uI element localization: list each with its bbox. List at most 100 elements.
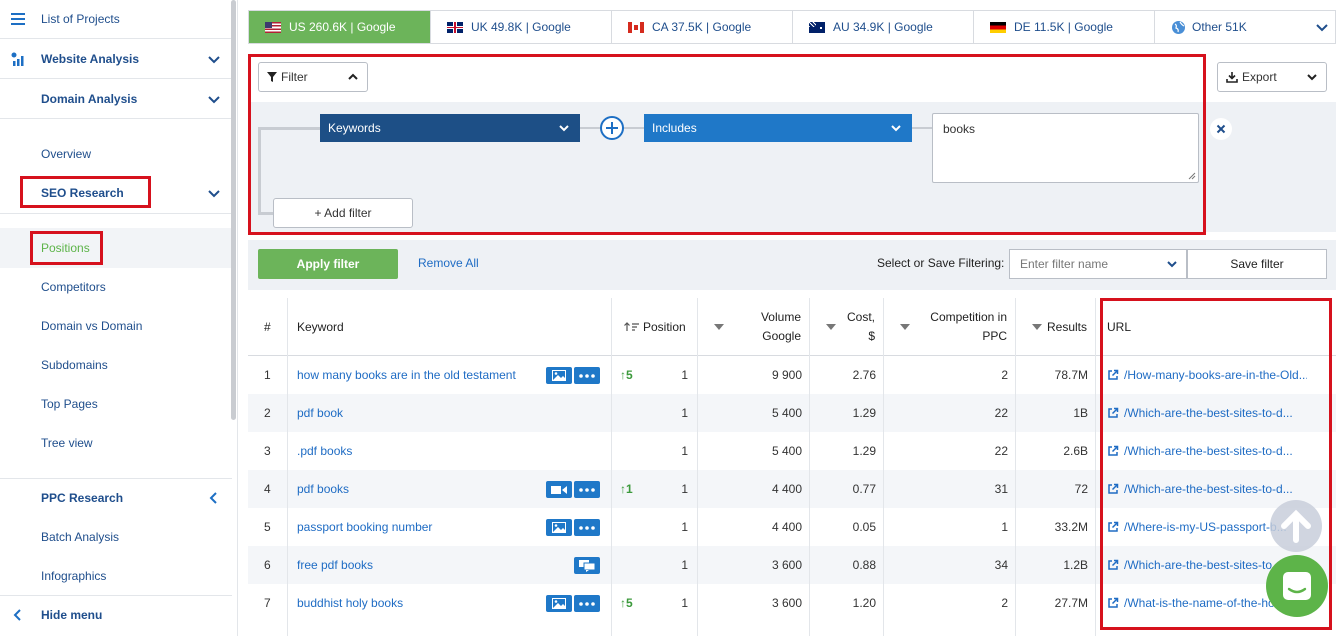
uk-flag-icon <box>447 21 463 33</box>
position-value: 1 <box>681 596 688 610</box>
highlight-box <box>30 231 103 265</box>
header-cost[interactable]: Cost, $ <box>810 298 884 356</box>
au-flag-icon <box>809 21 825 33</box>
column-divider <box>1095 356 1096 636</box>
more-serp-button[interactable] <box>574 367 600 384</box>
apply-filter-button[interactable]: Apply filter <box>258 249 398 279</box>
header-volume[interactable]: Volume Google <box>698 298 810 356</box>
tab-uk[interactable]: UK 49.8K | Google <box>431 11 612 43</box>
header-keyword[interactable]: Keyword <box>288 298 612 356</box>
keyword-link[interactable]: free pdf books <box>297 546 537 584</box>
sidebar-item-competitors[interactable]: Competitors <box>0 276 232 298</box>
tab-ca[interactable]: CA 37.5K | Google <box>612 11 793 43</box>
tab-au[interactable]: AU 34.9K | Google <box>793 11 974 43</box>
sidebar-item-top-pages[interactable]: Top Pages <box>0 393 232 415</box>
tab-label: UK 49.8K | Google <box>471 20 571 34</box>
divider <box>0 213 232 214</box>
infographics-label: Infographics <box>41 569 107 583</box>
tab-label: DE 11.5K | Google <box>1014 20 1113 34</box>
header-position[interactable]: Position <box>612 298 698 356</box>
batch-analysis-label: Batch Analysis <box>41 530 120 544</box>
tab-other[interactable]: Other 51K <box>1155 11 1335 43</box>
competition-value: 2 <box>1001 596 1008 610</box>
position-value: 1 <box>681 444 688 458</box>
overview-label: Overview <box>41 147 92 161</box>
chat-launcher-button[interactable] <box>1266 555 1328 617</box>
row-number: 2 <box>264 406 271 420</box>
video-icon <box>551 485 567 495</box>
tab-de[interactable]: DE 11.5K | Google <box>974 11 1155 43</box>
chevron-left-icon <box>13 609 21 621</box>
scroll-to-top-button[interactable] <box>1270 500 1322 552</box>
row-number: 5 <box>264 520 271 534</box>
filter-name-select[interactable]: Enter filter name <box>1009 249 1187 279</box>
sidebar-item-infographics[interactable]: Infographics <box>0 565 232 587</box>
domain-analysis-label: Domain Analysis <box>41 92 138 106</box>
cost-value: 0.77 <box>852 482 876 496</box>
competitors-label: Competitors <box>41 280 106 294</box>
competition-value: 31 <box>994 482 1008 496</box>
results-value: 33.2M <box>1054 520 1088 534</box>
sidebar-scrollbar[interactable] <box>231 0 236 420</box>
chat-serp-button[interactable] <box>574 557 600 574</box>
sidebar-item-domain-vs-domain[interactable]: Domain vs Domain <box>0 315 232 337</box>
website-analysis-item[interactable]: Website Analysis <box>0 48 232 70</box>
column-divider <box>809 356 810 636</box>
keyword-link[interactable]: .pdf books <box>297 432 537 470</box>
competition-value: 22 <box>994 444 1008 458</box>
image-serp-button[interactable] <box>546 367 572 384</box>
volume-value: 9 900 <box>771 368 802 382</box>
position-value: 1 <box>681 406 688 420</box>
arrow-up-icon <box>1281 509 1311 543</box>
tab-us[interactable]: US 260.6K | Google <box>249 11 431 43</box>
hide-menu-button[interactable]: Hide menu <box>0 604 232 626</box>
keyword-link[interactable]: pdf book <box>297 394 537 432</box>
remove-all-link[interactable]: Remove All <box>418 256 479 270</box>
header-results[interactable]: Results <box>1016 298 1096 356</box>
competition-value: 1 <box>1001 520 1008 534</box>
row-number: 3 <box>264 444 271 458</box>
keyword-link[interactable]: pdf books <box>297 470 537 508</box>
sidebar-item-tree-view[interactable]: Tree view <box>0 432 232 454</box>
keyword-link[interactable]: passport booking number <box>297 508 537 546</box>
more-serp-button[interactable] <box>574 481 600 498</box>
video-serp-button[interactable] <box>546 481 572 498</box>
top-pages-label: Top Pages <box>41 397 98 411</box>
results-value: 1B <box>1073 406 1088 420</box>
image-serp-button[interactable] <box>546 519 572 536</box>
keyword-link[interactable]: buddhist holy books <box>297 584 537 622</box>
ca-flag-icon <box>628 21 644 33</box>
chat-icon <box>1283 572 1311 600</box>
divider <box>0 478 232 479</box>
sort-asc-icon <box>624 322 639 331</box>
more-icon <box>579 373 595 378</box>
more-serp-button[interactable] <box>574 519 600 536</box>
header-competition[interactable]: Competition in PPC <box>884 298 1016 356</box>
more-serp-button[interactable] <box>574 595 600 612</box>
ppc-research-item[interactable]: PPC Research <box>0 487 232 509</box>
chevron-down-icon <box>208 96 220 104</box>
save-filter-button[interactable]: Save filter <box>1187 249 1327 279</box>
tab-label: US 260.6K | Google <box>289 20 396 34</box>
sort-desc-icon <box>826 324 836 330</box>
sidebar-item-overview[interactable]: Overview <box>0 143 232 165</box>
de-flag-icon <box>990 21 1006 33</box>
list-of-projects-link[interactable]: List of Projects <box>0 8 232 30</box>
results-value: 72 <box>1074 482 1088 496</box>
sidebar-item-batch-analysis[interactable]: Batch Analysis <box>0 526 232 548</box>
keyword-link[interactable]: how many books are in the old testament <box>297 356 537 394</box>
column-divider <box>611 356 612 636</box>
position-value: 1 <box>681 368 688 382</box>
export-button[interactable]: Export <box>1217 62 1327 92</box>
apply-filter-label: Apply filter <box>296 257 360 271</box>
sidebar-item-subdomains[interactable]: Subdomains <box>0 354 232 376</box>
domain-analysis-item[interactable]: Domain Analysis <box>0 88 232 110</box>
volume-value: 5 400 <box>771 406 802 420</box>
image-serp-button[interactable] <box>546 595 572 612</box>
tab-label: Other 51K <box>1192 20 1247 34</box>
column-divider <box>883 356 884 636</box>
sort-desc-icon <box>714 324 724 330</box>
save-filter-label: Save filter <box>1230 257 1284 271</box>
remove-condition-button[interactable] <box>1210 118 1232 140</box>
image-icon <box>552 522 566 533</box>
